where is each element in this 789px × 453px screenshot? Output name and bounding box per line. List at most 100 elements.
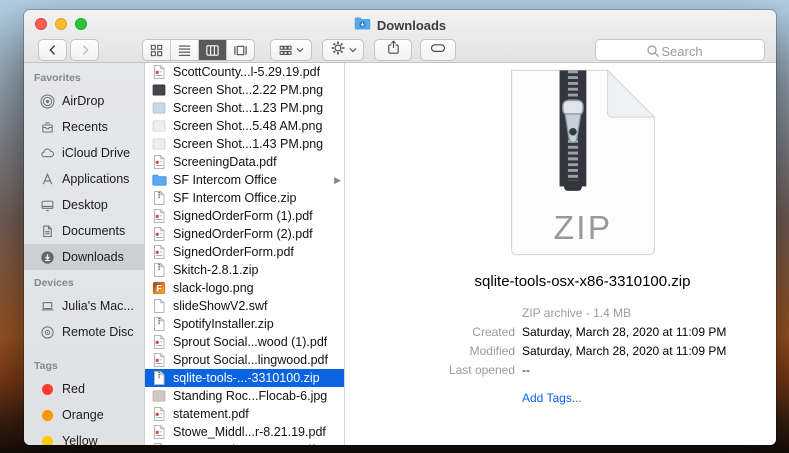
list-item[interactable]: Sprout Social...wood (1).pdf bbox=[145, 333, 344, 351]
file-name: slack-logo.png bbox=[173, 281, 254, 295]
list-item[interactable]: SignedOrderForm (1).pdf bbox=[145, 207, 344, 225]
zip-file-icon bbox=[151, 262, 167, 278]
share-icon bbox=[386, 40, 401, 60]
list-item[interactable]: Skitch-2.8.1.zip bbox=[145, 261, 344, 279]
list-item[interactable]: SF Intercom Office ▶ bbox=[145, 171, 344, 189]
sidebar-item-julias-mac[interactable]: Julia's Mac... bbox=[24, 293, 144, 319]
list-item[interactable]: Standing Roc...Flocab-6.jpg bbox=[145, 387, 344, 405]
search-field[interactable] bbox=[595, 39, 765, 61]
image-blue-file-icon bbox=[151, 100, 167, 116]
zip-file-icon bbox=[151, 316, 167, 332]
file-list-column: ScottCounty...l-5.29.19.pdf Screen Shot..… bbox=[145, 63, 345, 445]
disc-icon bbox=[39, 324, 55, 340]
sidebar-item-desktop[interactable]: Desktop bbox=[24, 192, 144, 218]
orange-tag-dot-icon bbox=[42, 410, 53, 421]
sidebar-item-icloud-drive[interactable]: iCloud Drive bbox=[24, 140, 144, 166]
sidebar-item-tag-red[interactable]: Red bbox=[24, 376, 144, 402]
sidebar-item-recents[interactable]: Recents bbox=[24, 114, 144, 140]
sidebar-item-label: Downloads bbox=[62, 250, 124, 264]
sidebar-item-remote-disc[interactable]: Remote Disc bbox=[24, 319, 144, 345]
list-item[interactable]: ScottCounty...l-5.29.19.pdf bbox=[145, 63, 344, 81]
column-view-button[interactable] bbox=[199, 40, 227, 60]
applications-icon bbox=[39, 171, 55, 187]
pdf-file-icon bbox=[151, 244, 167, 260]
yellow-tag-dot-icon bbox=[42, 436, 53, 446]
sidebar-section-tags: Tags bbox=[24, 357, 144, 376]
list-item[interactable]: Screen Shot...1.43 PM.png bbox=[145, 135, 344, 153]
sidebar-section-favorites: Favorites bbox=[24, 69, 144, 88]
share-button[interactable] bbox=[374, 39, 412, 61]
zip-file-icon bbox=[151, 190, 167, 206]
list-item[interactable]: SignedOrderForm (2).pdf bbox=[145, 225, 344, 243]
laptop-icon bbox=[39, 298, 55, 314]
recents-icon bbox=[39, 119, 55, 135]
zoom-window-button[interactable] bbox=[75, 18, 87, 30]
finder-window: Downloads bbox=[24, 10, 776, 445]
gear-icon bbox=[330, 40, 346, 61]
traffic-lights bbox=[35, 18, 87, 30]
action-menu-button[interactable] bbox=[322, 39, 364, 61]
search-input[interactable] bbox=[596, 40, 768, 62]
list-item[interactable]: Stowe_Middl...r-8.21.19.pdf bbox=[145, 423, 344, 441]
list-item[interactable]: SpotifyInstaller.zip bbox=[145, 315, 344, 333]
list-item[interactable]: Screen Shot...5.48 AM.png bbox=[145, 117, 344, 135]
svg-text:F: F bbox=[156, 283, 162, 293]
created-value: Saturday, March 28, 2020 at 11:09 PM bbox=[522, 325, 776, 339]
sidebar-section-devices: Devices bbox=[24, 274, 144, 293]
doc-file-icon bbox=[151, 298, 167, 314]
file-name: Stowe-Code...5.29.19.pdf bbox=[173, 443, 315, 445]
list-item[interactable]: SF Intercom Office.zip bbox=[145, 189, 344, 207]
list-view-button[interactable] bbox=[171, 40, 199, 60]
edit-tags-button[interactable] bbox=[420, 39, 456, 61]
list-item[interactable]: Fslack-logo.png bbox=[145, 279, 344, 297]
sidebar-item-applications[interactable]: Applications bbox=[24, 166, 144, 192]
icon-view-button[interactable] bbox=[143, 40, 171, 60]
close-window-button[interactable] bbox=[35, 18, 47, 30]
icloud-icon bbox=[39, 145, 55, 161]
group-by-button[interactable] bbox=[270, 39, 312, 61]
list-item[interactable]: SignedOrderForm.pdf bbox=[145, 243, 344, 261]
file-name: SignedOrderForm.pdf bbox=[173, 245, 294, 259]
forward-button[interactable] bbox=[70, 39, 99, 61]
sidebar-item-downloads[interactable]: Downloads bbox=[24, 244, 144, 270]
list-item[interactable]: Screen Shot...1.23 PM.png bbox=[145, 99, 344, 117]
file-name: Sprout Social...wood (1).pdf bbox=[173, 335, 327, 349]
svg-text:ZIP: ZIP bbox=[553, 210, 612, 247]
file-name: Screen Shot...2.22 PM.png bbox=[173, 83, 323, 97]
last-opened-label: Last opened bbox=[345, 363, 515, 377]
sidebar-item-airdrop[interactable]: AirDrop bbox=[24, 88, 144, 114]
list-item[interactable]: ScreeningData.pdf bbox=[145, 153, 344, 171]
sidebar-item-tag-yellow[interactable]: Yellow bbox=[24, 428, 144, 445]
titlebar: Downloads bbox=[24, 10, 776, 38]
sidebar-item-tag-orange[interactable]: Orange bbox=[24, 402, 144, 428]
gallery-view-button[interactable] bbox=[227, 40, 254, 60]
sidebar-item-label: Documents bbox=[62, 224, 125, 238]
image-dark-file-icon bbox=[151, 82, 167, 98]
folder-file-icon bbox=[151, 172, 167, 188]
list-item[interactable]: statement.pdf bbox=[145, 405, 344, 423]
list-item[interactable]: sqlite-tools-...-3310100.zip bbox=[145, 369, 344, 387]
file-name: SpotifyInstaller.zip bbox=[173, 317, 274, 331]
pdf-file-icon bbox=[151, 64, 167, 80]
file-name: SF Intercom Office bbox=[173, 173, 277, 187]
list-item[interactable]: Screen Shot...2.22 PM.png bbox=[145, 81, 344, 99]
file-name: ScreeningData.pdf bbox=[173, 155, 277, 169]
preview-pane: ZIP sqlite-tools-osx-x86-3310100.zip ZIP… bbox=[345, 63, 776, 445]
back-button[interactable] bbox=[38, 39, 67, 61]
sidebar-item-label: Recents bbox=[62, 120, 108, 134]
add-tags-link[interactable]: Add Tags... bbox=[522, 391, 776, 405]
file-name: sqlite-tools-...-3310100.zip bbox=[173, 371, 320, 385]
minimize-window-button[interactable] bbox=[55, 18, 67, 30]
list-item[interactable]: Stowe-Code...5.29.19.pdf bbox=[145, 441, 344, 445]
list-item[interactable]: slideShowV2.swf bbox=[145, 297, 344, 315]
file-name: Screen Shot...1.23 PM.png bbox=[173, 101, 323, 115]
zip-file-icon bbox=[151, 370, 167, 386]
file-name: slideShowV2.swf bbox=[173, 299, 268, 313]
file-name: ScottCounty...l-5.29.19.pdf bbox=[173, 65, 320, 79]
preview-metadata: ZIP archive - 1.4 MB Created Saturday, M… bbox=[345, 306, 776, 405]
disclosure-arrow-icon: ▶ bbox=[334, 176, 341, 185]
sidebar-item-documents[interactable]: Documents bbox=[24, 218, 144, 244]
pdf-file-icon bbox=[151, 442, 167, 445]
list-item[interactable]: Sprout Social...lingwood.pdf bbox=[145, 351, 344, 369]
file-name: Sprout Social...lingwood.pdf bbox=[173, 353, 328, 367]
